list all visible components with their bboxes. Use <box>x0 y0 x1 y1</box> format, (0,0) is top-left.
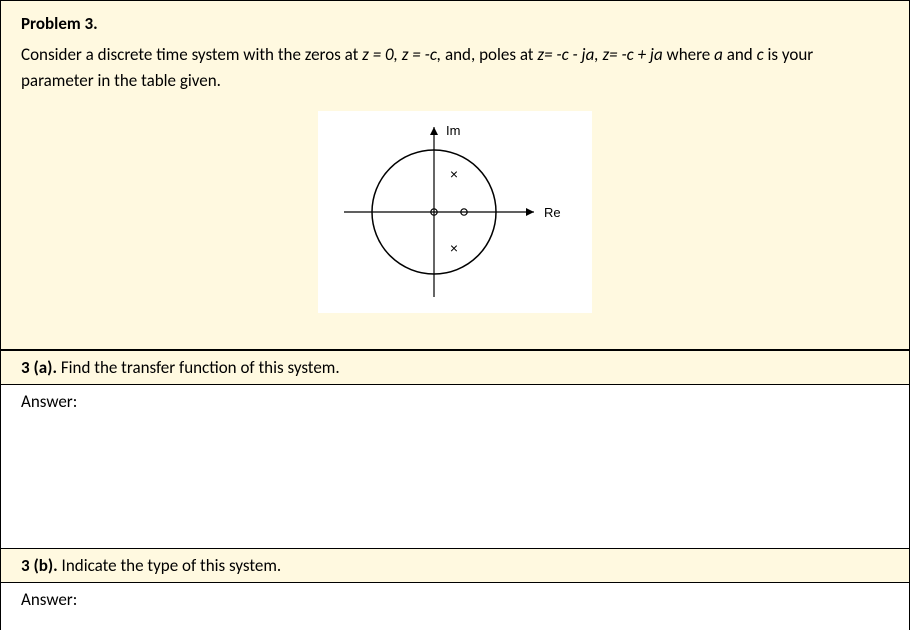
document-container: Problem 3. Consider a discrete time syst… <box>0 0 910 630</box>
re-axis-label: Re <box>544 205 561 220</box>
problem-title: Problem 3. <box>21 13 889 34</box>
problem-statement-box: Problem 3. Consider a discrete time syst… <box>1 0 909 350</box>
answer-3a-area: Answer: <box>1 385 909 548</box>
variable-a: a <box>714 44 723 65</box>
answer-3b-space <box>21 610 889 624</box>
question-3b-box: 3 (b). Indicate the type of this system. <box>1 548 909 583</box>
question-3b-label: 3 (b). <box>21 555 58 576</box>
answer-3a-space <box>21 412 889 542</box>
im-axis-label: Im <box>446 123 460 138</box>
pole-zero-svg: × × Im Re <box>324 117 574 307</box>
pole-zero-diagram: × × Im Re <box>318 111 592 313</box>
answer-label: Answer: <box>21 589 77 610</box>
text-segment: and <box>723 44 757 65</box>
pole-marker-upper-icon: × <box>450 166 458 182</box>
question-3a-text: Find the transfer function of this syste… <box>57 357 340 378</box>
variable-c: c <box>757 44 764 65</box>
pole-marker-lower-icon: × <box>450 240 458 256</box>
imag-axis-arrow-icon <box>430 127 438 135</box>
equation-text: z= -c - ja, z= -c + ja <box>537 44 662 65</box>
problem-text: Consider a discrete time system with the… <box>21 42 889 93</box>
real-axis-arrow-icon <box>526 208 534 216</box>
text-segment: and, poles at <box>441 44 537 65</box>
text-segment: where <box>663 44 714 65</box>
question-3b-text: Indicate the type of this system. <box>58 555 281 576</box>
question-3a-box: 3 (a). Find the transfer function of thi… <box>1 350 909 385</box>
question-3a-label: 3 (a). <box>21 357 57 378</box>
diagram-area: × × Im Re <box>21 93 889 335</box>
answer-label: Answer: <box>21 391 77 412</box>
equation-text: z = 0, z = -c, <box>362 44 441 65</box>
answer-3b-area: Answer: <box>1 583 909 630</box>
text-segment: Consider a discrete time system with the… <box>21 44 362 65</box>
